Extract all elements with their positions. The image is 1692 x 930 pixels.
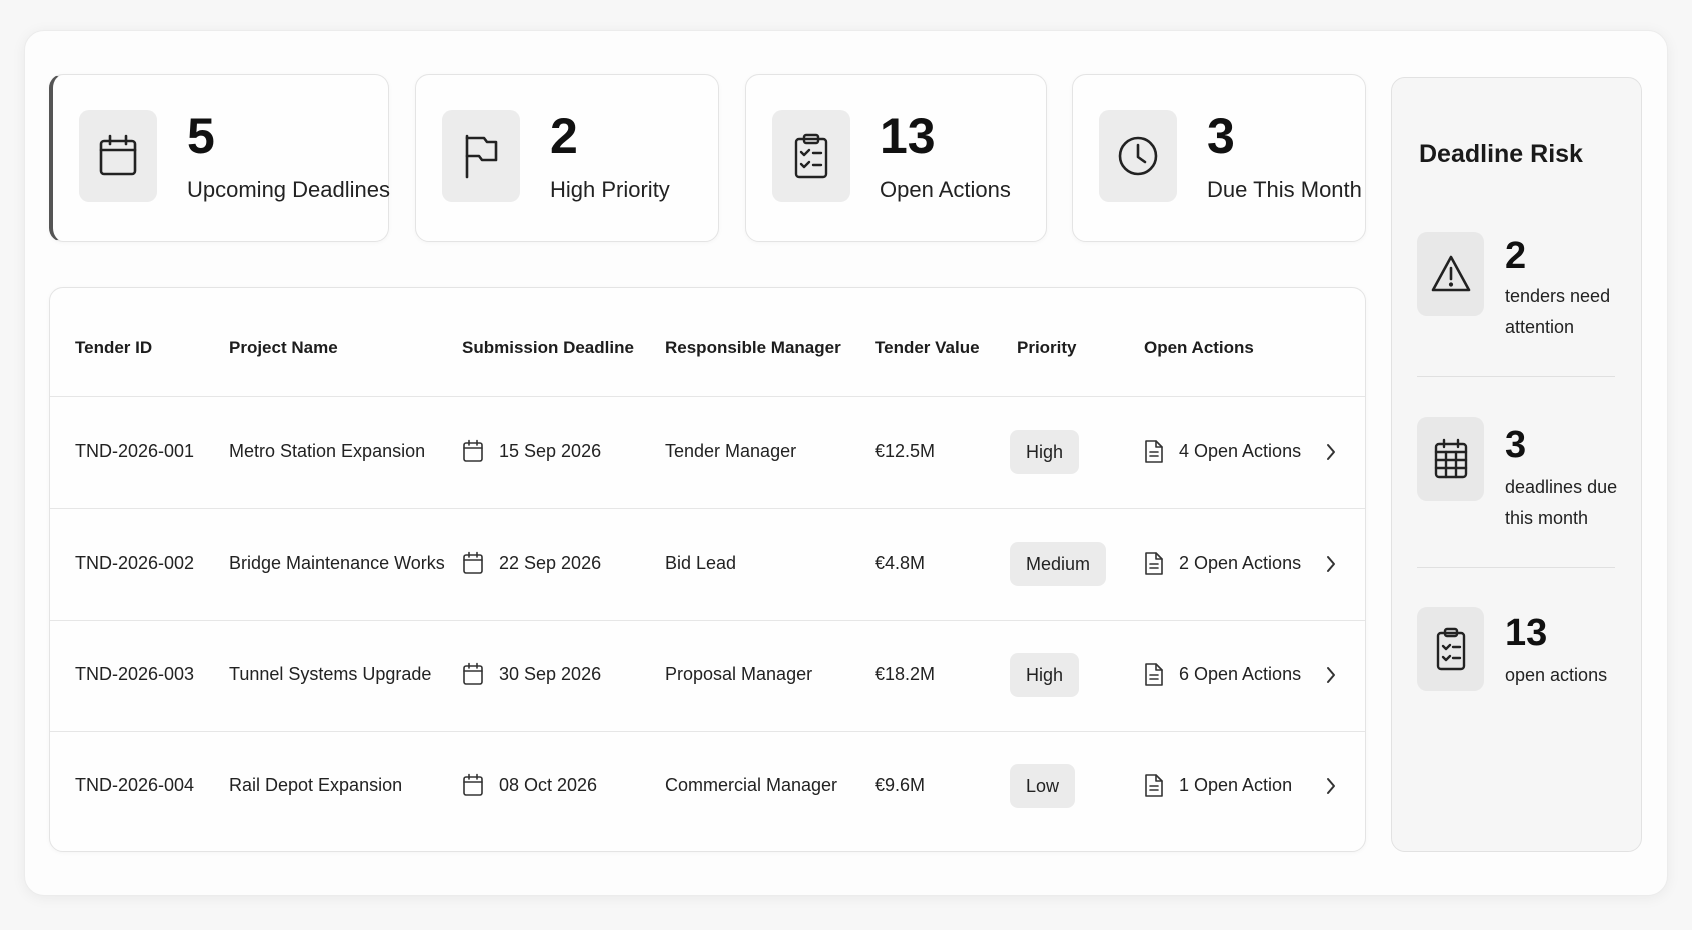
responsible-manager: Tender Manager <box>665 441 797 461</box>
kpi-label: Due This Month <box>1207 177 1362 202</box>
calendar-grid-icon <box>1417 417 1484 501</box>
responsible-manager: Proposal Manager <box>665 664 813 684</box>
kpi-value: 2 <box>550 108 578 164</box>
kpi-label: Open Actions <box>880 177 1011 202</box>
tender-id: TND-2026-003 <box>75 664 195 684</box>
risk-text-deadlines: deadlines due this month <box>1505 477 1618 528</box>
tender-value: €18.2M <box>875 664 936 684</box>
risk-value-actions: 13 <box>1505 612 1548 654</box>
column-header-open-actions[interactable]: Open Actions <box>1144 338 1254 358</box>
column-header-priority[interactable]: Priority <box>1017 338 1077 358</box>
open-actions-link[interactable]: 6 Open Actions <box>1179 664 1301 685</box>
kpi-card-high-priority[interactable]: 2 High Priority <box>415 74 719 242</box>
flag-icon <box>442 110 520 202</box>
risk-value-attention: 2 <box>1505 235 1527 277</box>
submission-deadline: 08 Oct 2026 <box>499 775 598 795</box>
risk-value-deadlines: 3 <box>1505 424 1527 466</box>
calendar-icon <box>462 551 484 575</box>
header-divider <box>50 396 1365 397</box>
column-header-tender-id[interactable]: Tender ID <box>75 338 152 358</box>
tender-value: €4.8M <box>875 553 926 573</box>
priority-badge: Low <box>1010 764 1076 808</box>
kpi-card-open-actions[interactable]: 13 Open Actions <box>745 74 1047 242</box>
column-header-project-name[interactable]: Project Name <box>229 338 338 358</box>
kpi-value: 13 <box>880 108 936 164</box>
chevron-right-icon[interactable] <box>1325 442 1337 462</box>
clock-icon <box>1099 110 1177 202</box>
risk-text-actions: open actions <box>1505 665 1608 685</box>
tender-id: TND-2026-004 <box>75 775 195 795</box>
kpi-value: 3 <box>1207 108 1235 164</box>
submission-deadline: 30 Sep 2026 <box>499 664 602 684</box>
document-icon <box>1144 773 1164 798</box>
column-header-responsible-manager[interactable]: Responsible Manager <box>665 338 841 358</box>
project-name: Bridge Maintenance Works <box>229 553 445 573</box>
submission-deadline: 22 Sep 2026 <box>499 553 602 573</box>
tender-value: €12.5M <box>875 441 936 461</box>
project-name: Tunnel Systems Upgrade <box>229 664 432 684</box>
responsible-manager: Commercial Manager <box>665 775 838 795</box>
open-actions-link[interactable]: 2 Open Actions <box>1179 553 1301 574</box>
kpi-card-due-this-month[interactable]: 3 Due This Month <box>1072 74 1366 242</box>
responsible-manager: Bid Lead <box>665 553 737 573</box>
open-actions-link[interactable]: 4 Open Actions <box>1179 441 1301 462</box>
kpi-label: High Priority <box>550 177 670 202</box>
calendar-icon <box>79 110 157 202</box>
column-header-tender-value[interactable]: Tender Value <box>875 338 980 358</box>
kpi-label: Upcoming Deadlines <box>187 177 390 202</box>
clipboard-check-icon <box>772 110 850 202</box>
row-divider <box>50 731 1365 732</box>
calendar-icon <box>462 439 484 463</box>
column-header-submission-deadline[interactable]: Submission Deadline <box>462 338 634 358</box>
calendar-icon <box>462 662 484 686</box>
chevron-right-icon[interactable] <box>1325 776 1337 796</box>
kpi-card-upcoming-deadlines[interactable]: 5 Upcoming Deadlines <box>49 74 390 242</box>
open-actions-link[interactable]: 1 Open Action <box>1179 775 1292 796</box>
risk-divider <box>1417 376 1615 377</box>
tender-id: TND-2026-002 <box>75 553 195 573</box>
calendar-icon <box>462 773 484 797</box>
chevron-right-icon[interactable] <box>1325 665 1337 685</box>
row-divider <box>50 620 1365 621</box>
project-name: Metro Station Expansion <box>229 441 426 461</box>
document-icon <box>1144 551 1164 576</box>
risk-divider <box>1417 567 1615 568</box>
clipboard-check-icon <box>1417 607 1484 691</box>
deadline-risk-title: Deadline Risk <box>1419 140 1583 168</box>
document-icon <box>1144 439 1164 464</box>
tender-id: TND-2026-001 <box>75 441 195 461</box>
risk-text-attention: tenders need attention <box>1505 286 1611 337</box>
priority-badge: High <box>1010 653 1080 697</box>
kpi-value: 5 <box>187 108 215 164</box>
warning-icon <box>1417 232 1484 316</box>
priority-badge: Medium <box>1010 542 1107 586</box>
submission-deadline: 15 Sep 2026 <box>499 441 602 461</box>
document-icon <box>1144 662 1164 687</box>
chevron-right-icon[interactable] <box>1325 554 1337 574</box>
row-divider <box>50 508 1365 509</box>
tender-value: €9.6M <box>875 775 926 795</box>
priority-badge: High <box>1010 430 1080 474</box>
project-name: Rail Depot Expansion <box>229 775 403 795</box>
